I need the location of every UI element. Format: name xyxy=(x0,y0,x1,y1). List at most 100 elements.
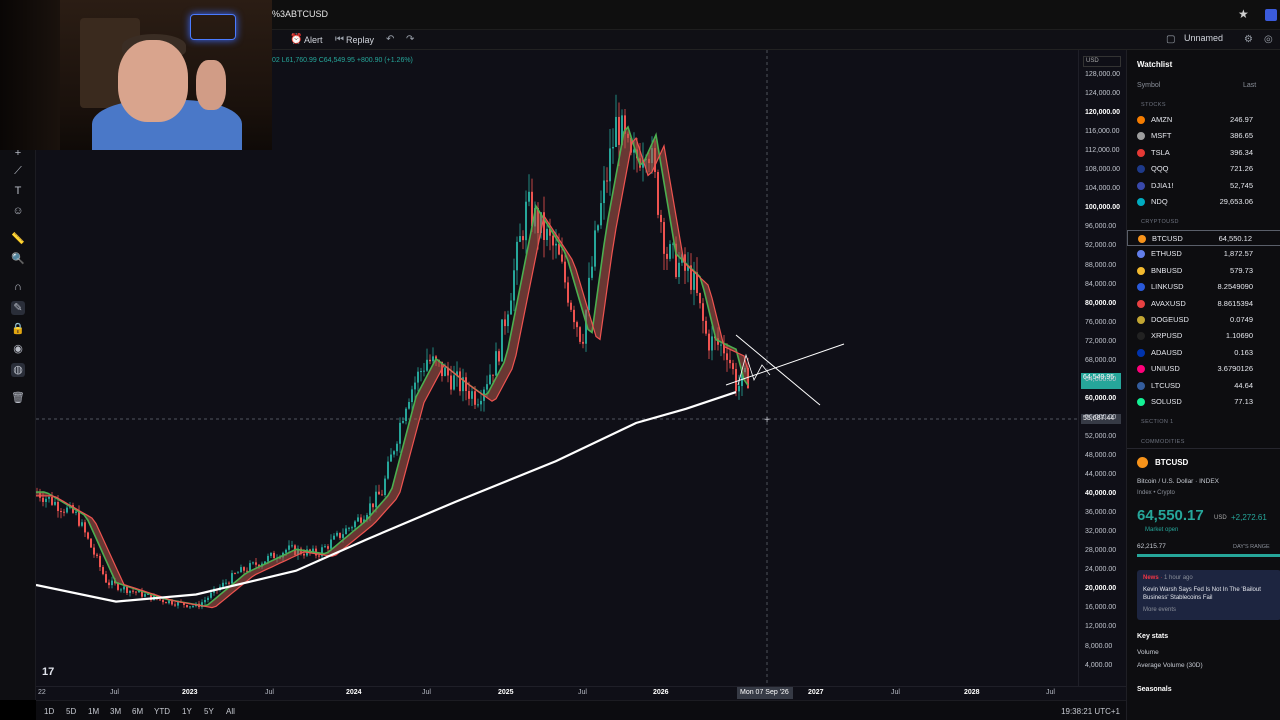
currency-selector[interactable]: USD xyxy=(1083,56,1121,67)
price-tick-label: 104,000.00 xyxy=(1085,185,1121,193)
watchlist-title[interactable]: Watchlist xyxy=(1137,60,1172,69)
watchlist-row-xrpusd[interactable]: XRPUSD 1.10690 xyxy=(1127,328,1280,344)
range-button-1y[interactable]: 1Y xyxy=(182,707,192,716)
candle-body xyxy=(702,303,704,321)
candle-body xyxy=(291,545,293,547)
replay-button[interactable]: Replay xyxy=(346,35,374,45)
candle-body xyxy=(423,370,425,372)
candle-body xyxy=(729,359,731,364)
ruler-tool-icon[interactable]: 📏 xyxy=(11,232,25,246)
cam-person-head xyxy=(118,40,188,122)
candle-body xyxy=(174,604,176,606)
eye-tool-icon[interactable]: ◉ xyxy=(11,342,25,356)
range-button-5d[interactable]: 5D xyxy=(66,707,76,716)
settings-icon[interactable]: ⚙ xyxy=(1244,34,1253,45)
price-scale[interactable]: USD 64,549.95 55,687.44 128,000.00 124,00… xyxy=(1078,50,1126,686)
candle-body xyxy=(480,400,482,405)
range-button-3m[interactable]: 3M xyxy=(110,707,121,716)
watchlist-row-msft[interactable]: MSFT 386.65 xyxy=(1127,128,1280,144)
address-bar[interactable]: %3ABTCUSD xyxy=(272,9,328,19)
price-tick-label: 32,000.00 xyxy=(1085,528,1117,536)
watchlist-row-tsla[interactable]: TSLA 396.34 xyxy=(1127,145,1280,161)
last-column-header[interactable]: Last xyxy=(1243,82,1256,89)
range-button-1d[interactable]: 1D xyxy=(44,707,54,716)
watchlist-row-solusd[interactable]: SOLUSD 77.13 xyxy=(1127,394,1280,410)
trash-tool-icon[interactable]: 🗑 xyxy=(11,391,25,405)
candle-body xyxy=(96,554,98,556)
lock-tool-icon[interactable]: 🔒 xyxy=(11,322,25,336)
candle-body xyxy=(144,594,146,597)
watchlist-row-btcusd[interactable]: BTCUSD 64,550.12 xyxy=(1127,230,1280,246)
symbol-column-header[interactable]: Symbol xyxy=(1137,82,1160,89)
ltcusd-logo-icon xyxy=(1137,381,1145,390)
watchlist-row-ltcusd[interactable]: LTCUSD 44.64 xyxy=(1127,378,1280,394)
watchlist-row-bnbusd[interactable]: BNBUSD 579.73 xyxy=(1127,263,1280,279)
watchlist-row-amzn[interactable]: AMZN 246.97 xyxy=(1127,112,1280,128)
candle-body xyxy=(384,478,386,495)
watchlist-row-ndq[interactable]: NDQ 29,653.06 xyxy=(1127,194,1280,210)
price-tick-label: 76,000.00 xyxy=(1085,318,1117,326)
bookmark-star-icon[interactable]: ★ xyxy=(1238,7,1249,21)
watchlist-last-price: 246.97 xyxy=(1230,115,1253,124)
text-tool-icon[interactable]: T xyxy=(11,184,25,198)
time-scale[interactable]: Mon 07 Sep '26 22 Jul 2023 Jul 2024 Jul 2025 Ju… xyxy=(36,686,1126,700)
brush-tool-icon[interactable]: ✎ xyxy=(11,301,25,315)
screenshot-icon[interactable]: ◎ xyxy=(1264,34,1273,45)
layout-icon[interactable]: ▢ xyxy=(1166,34,1175,45)
bitcoin-icon xyxy=(1137,457,1148,468)
watchlist-row-ethusd[interactable]: ETHUSD 1,872.57 xyxy=(1127,246,1280,262)
watchlist-row-qqq[interactable]: QQQ 721.26 xyxy=(1127,161,1280,177)
redo-icon[interactable]: ↷ xyxy=(406,34,414,45)
range-button-ytd[interactable]: YTD xyxy=(154,707,170,716)
range-button-5y[interactable]: 5Y xyxy=(204,707,214,716)
watchlist-row-uniusd[interactable]: UNIUSD 3.6790126 xyxy=(1127,361,1280,377)
watchlist-row-avaxusd[interactable]: AVAXUSD 8.8615394 xyxy=(1127,296,1280,312)
watchlist-row-dogeusd[interactable]: DOGEUSD 0.0749 xyxy=(1127,312,1280,328)
candle-body xyxy=(606,180,608,182)
news-headline[interactable]: Kevin Warsh Says Fed Is Not In The 'Bail… xyxy=(1143,586,1279,602)
cam-person-hand xyxy=(196,60,226,110)
more-events-link[interactable]: More events xyxy=(1143,607,1176,613)
candle-body xyxy=(237,572,239,574)
watchlist-row-linkusd[interactable]: LINKUSD 8.2549090 xyxy=(1127,279,1280,295)
price-tick-label: 128,000.00 xyxy=(1085,71,1121,78)
candle-body xyxy=(333,535,335,540)
watchlist-symbol: DJIA1! xyxy=(1151,180,1174,190)
candle-body xyxy=(90,538,92,548)
zoom-tool-icon[interactable]: 🔍 xyxy=(11,252,25,266)
watchlist-row-djia1![interactable]: DJIA1! 52,745 xyxy=(1127,178,1280,194)
candle-body xyxy=(561,254,563,262)
price-tick-label: 96,000.00 xyxy=(1085,223,1117,231)
news-card[interactable]: News · 1 hour ago Kevin Warsh Says Fed I… xyxy=(1137,570,1280,620)
section-commodities[interactable]: COMMODITIES xyxy=(1141,439,1185,445)
range-button-all[interactable]: All xyxy=(226,707,235,716)
section-stocks[interactable]: STOCKS xyxy=(1141,102,1166,108)
candle-body xyxy=(168,600,170,604)
seasonals-title[interactable]: Seasonals xyxy=(1137,686,1172,693)
layout-name[interactable]: Unnamed xyxy=(1184,33,1223,43)
alert-button[interactable]: Alert xyxy=(304,35,323,45)
range-button-1m[interactable]: 1M xyxy=(88,707,99,716)
adausd-logo-icon xyxy=(1137,348,1145,357)
trendline-tool-icon[interactable]: ⟋ xyxy=(11,164,25,178)
candle-body xyxy=(339,532,341,538)
watchlist-row-adausd[interactable]: ADAUSD 0.163 xyxy=(1127,345,1280,361)
alert-icon[interactable]: ⏰ xyxy=(290,34,302,45)
candle-body xyxy=(567,282,569,303)
key-stats-title[interactable]: Key stats xyxy=(1137,633,1168,640)
price-tick-label: 92,000.00 xyxy=(1085,242,1117,250)
candle-body xyxy=(618,116,620,145)
extension-icon[interactable] xyxy=(1265,9,1277,21)
candle-body xyxy=(249,563,251,571)
pattern-tool-icon[interactable]: ☺ xyxy=(11,204,25,218)
price-tick-label: 56,000.00 xyxy=(1085,413,1117,421)
magnet-tool-icon[interactable]: ∩ xyxy=(11,280,25,294)
range-button-6m[interactable]: 6M xyxy=(132,707,143,716)
details-currency: USD xyxy=(1214,515,1227,521)
replay-icon[interactable]: ⏮ xyxy=(335,34,344,45)
section-crypto[interactable]: CRYPTOUSD xyxy=(1141,219,1179,225)
globe-tool-icon[interactable]: ◍ xyxy=(11,363,25,377)
undo-icon[interactable]: ↶ xyxy=(386,34,394,45)
section-1[interactable]: SECTION 1 xyxy=(1141,419,1174,425)
candle-body xyxy=(369,503,371,515)
